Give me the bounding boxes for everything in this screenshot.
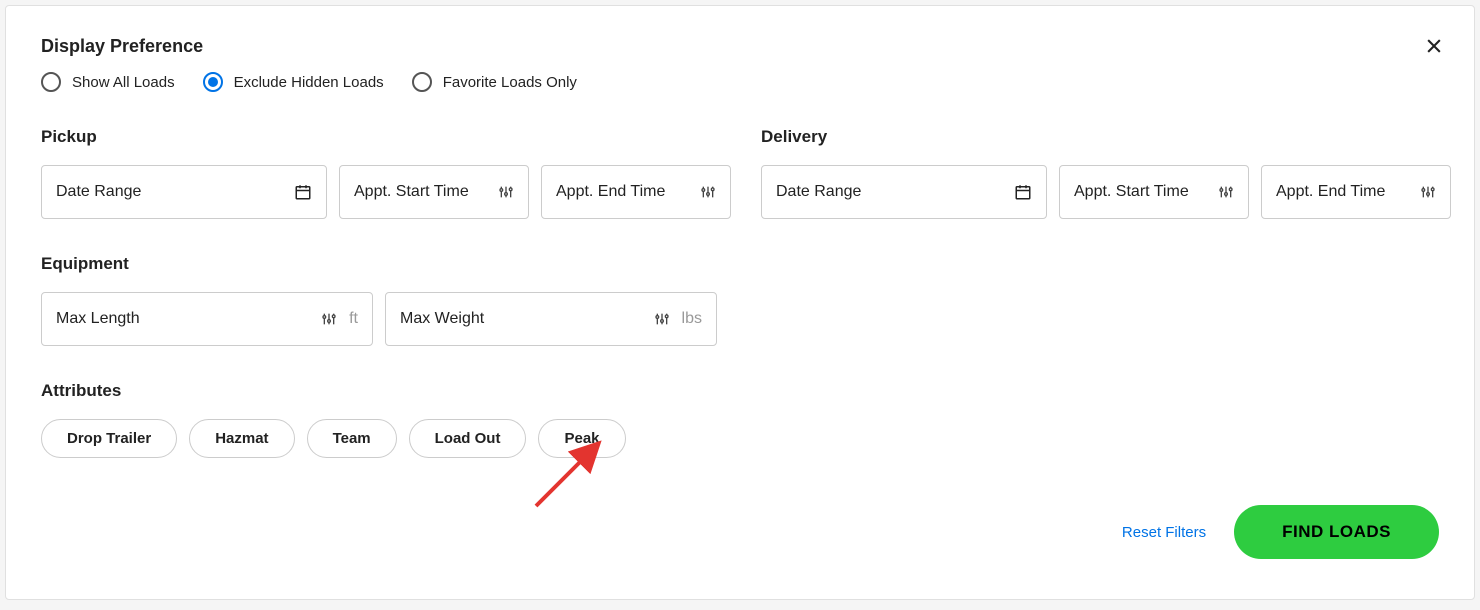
delivery-appt-start-input[interactable]: Appt. Start Time	[1059, 165, 1249, 219]
sliders-icon	[321, 311, 337, 327]
sliders-icon	[1218, 184, 1234, 200]
unit-label: ft	[349, 310, 358, 328]
unit-label: lbs	[682, 310, 702, 328]
find-loads-button[interactable]: FIND LOADS	[1234, 505, 1439, 559]
equipment-section: Equipment Max Length ft Max Weight	[41, 254, 1439, 346]
sliders-icon	[498, 184, 514, 200]
radio-icon	[203, 72, 223, 92]
sliders-icon	[700, 184, 716, 200]
sliders-icon	[1420, 184, 1436, 200]
display-preference-radios: Show All Loads Exclude Hidden Loads Favo…	[41, 72, 1439, 92]
radio-favorite-loads-only[interactable]: Favorite Loads Only	[412, 72, 577, 92]
input-label: Max Length	[56, 310, 313, 328]
pickup-appt-end-input[interactable]: Appt. End Time	[541, 165, 731, 219]
display-preference-title: Display Preference	[41, 36, 1439, 57]
input-label: Appt. Start Time	[354, 183, 490, 201]
calendar-icon	[294, 183, 312, 201]
radio-icon	[412, 72, 432, 92]
chip-drop-trailer[interactable]: Drop Trailer	[41, 419, 177, 458]
reset-filters-link[interactable]: Reset Filters	[1122, 524, 1206, 541]
pickup-date-range-input[interactable]: Date Range	[41, 165, 327, 219]
chip-hazmat[interactable]: Hazmat	[189, 419, 294, 458]
input-label: Date Range	[56, 183, 286, 201]
radio-icon	[41, 72, 61, 92]
max-weight-input[interactable]: Max Weight lbs	[385, 292, 717, 346]
input-label: Max Weight	[400, 310, 646, 328]
pickup-appt-start-input[interactable]: Appt. Start Time	[339, 165, 529, 219]
input-label: Appt. End Time	[556, 183, 692, 201]
delivery-column: Delivery Date Range Appt. Start Time	[761, 127, 1451, 219]
filter-panel: Display Preference Show All Loads Exclud…	[5, 5, 1475, 600]
pickup-title: Pickup	[41, 127, 731, 147]
radio-label: Favorite Loads Only	[443, 74, 577, 91]
delivery-title: Delivery	[761, 127, 1451, 147]
equipment-title: Equipment	[41, 254, 1439, 274]
calendar-icon	[1014, 183, 1032, 201]
sliders-icon	[654, 311, 670, 327]
footer-actions: Reset Filters FIND LOADS	[1122, 505, 1439, 559]
close-icon	[1424, 43, 1444, 60]
delivery-appt-end-input[interactable]: Appt. End Time	[1261, 165, 1451, 219]
input-label: Date Range	[776, 183, 1006, 201]
chip-load-out[interactable]: Load Out	[409, 419, 527, 458]
chip-peak[interactable]: Peak	[538, 419, 625, 458]
attributes-title: Attributes	[41, 381, 1439, 401]
chip-team[interactable]: Team	[307, 419, 397, 458]
attributes-section: Attributes Drop Trailer Hazmat Team Load…	[41, 381, 1439, 458]
radio-label: Show All Loads	[72, 74, 175, 91]
input-label: Appt. Start Time	[1074, 183, 1210, 201]
attribute-chips-row: Drop Trailer Hazmat Team Load Out Peak	[41, 419, 1439, 458]
radio-show-all-loads[interactable]: Show All Loads	[41, 72, 175, 92]
pickup-delivery-row: Pickup Date Range Appt. Start Time	[41, 127, 1439, 219]
close-button[interactable]	[1424, 36, 1444, 56]
input-label: Appt. End Time	[1276, 183, 1412, 201]
radio-exclude-hidden-loads[interactable]: Exclude Hidden Loads	[203, 72, 384, 92]
pickup-column: Pickup Date Range Appt. Start Time	[41, 127, 731, 219]
max-length-input[interactable]: Max Length ft	[41, 292, 373, 346]
radio-label: Exclude Hidden Loads	[234, 74, 384, 91]
delivery-date-range-input[interactable]: Date Range	[761, 165, 1047, 219]
